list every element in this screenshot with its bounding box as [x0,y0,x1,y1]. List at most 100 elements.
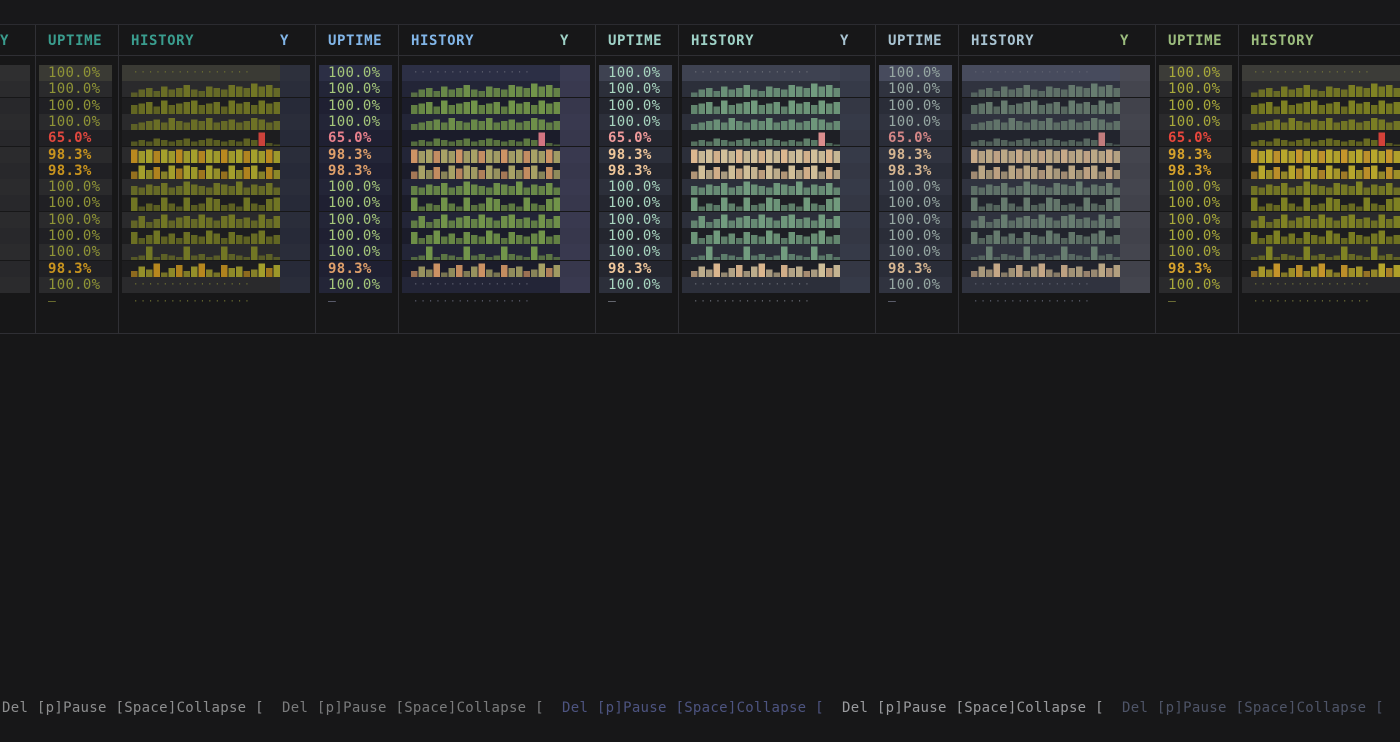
history-bar [833,150,840,163]
history-bar [728,141,735,147]
history-bar [183,181,190,196]
history-bar [833,120,840,130]
history-bar [508,140,515,147]
history-bar [713,106,720,114]
history-bar [691,232,698,244]
history-bar [1068,85,1075,98]
header-history[interactable]: HISTORY [691,33,754,49]
uptime-value: 98.3% [328,146,372,163]
history-bar [463,215,470,228]
history-bar [781,141,788,147]
uptime-value: 100.0% [48,179,101,196]
history-bar [1393,215,1400,228]
history-bar [191,235,198,244]
history-sparkline [131,197,280,212]
history-bar [273,264,280,277]
history-bar [161,183,168,196]
history-sparkline [131,83,280,98]
history-bar [796,235,803,244]
history-bar [1266,269,1273,277]
history-bar [986,101,993,114]
history-bar [1001,100,1008,114]
history-row-tail [840,97,870,114]
history-bar [1083,187,1090,196]
history-row-tail [1120,228,1150,244]
history-bar [1016,264,1023,277]
header-uptime[interactable]: UPTIME [328,33,382,49]
history-bar [706,120,713,130]
history-bar [1258,238,1265,244]
history-bar [1098,171,1105,179]
history-row-tail [560,244,590,261]
history-bar [993,91,1000,98]
history-bar [1091,83,1098,98]
history-bar [1076,169,1083,179]
history-bar [698,89,705,98]
history-bar [131,220,138,228]
history-bar [463,138,470,147]
history-bar [1371,140,1378,147]
history-bar [273,150,280,163]
uptime-value: 98.3% [48,162,92,179]
history-bar [486,217,493,228]
history-bar [1266,203,1273,212]
history-row-tail [560,179,590,196]
header-history[interactable]: HISTORY [131,33,194,49]
history-row-tail [560,130,590,147]
history-bar [553,235,560,244]
header-history[interactable]: HISTORY [411,33,474,49]
history-bar [501,238,508,244]
history-sparkline [411,165,560,179]
history-bar [781,246,788,261]
history-bar [448,104,455,114]
history-row-tail [560,228,590,244]
history-bar [508,150,515,163]
history-bar [546,85,553,98]
history-bar [1076,149,1083,163]
history-row-tail [280,244,310,261]
history-sparkline [691,132,840,147]
uptime-value: 98.3% [1168,260,1212,277]
history-bar [736,88,743,98]
history-bar [1318,236,1325,244]
header-uptime[interactable]: UPTIME [1168,33,1222,49]
history-bar [243,150,250,163]
history-bar [1266,88,1273,98]
history-bar [213,140,220,147]
history-bar [1393,101,1400,114]
history-bar [1031,218,1038,228]
history-row-tail [1120,244,1150,261]
history-bar [1363,138,1370,147]
history-bar [198,254,205,261]
history-bar [833,215,840,228]
history-bar [796,181,803,196]
history-sparkline [1251,149,1400,163]
column-divider [35,25,36,334]
history-bar [766,197,773,212]
history-bar [1273,230,1280,244]
history-bar [743,246,750,261]
header-uptime[interactable]: UPTIME [888,33,942,49]
history-bar [463,181,470,196]
history-bar [1061,215,1068,228]
uptime-value: 98.3% [888,162,932,179]
history-bar [131,186,138,196]
header-uptime[interactable]: UPTIME [608,33,662,49]
history-bar [243,270,250,277]
history-bar [758,236,765,244]
history-row-tail [1120,211,1150,228]
history-bar [736,149,743,163]
header-history[interactable]: HISTORY [1251,33,1314,49]
history-bar [1333,183,1340,196]
history-row-tail [560,162,590,179]
header-uptime[interactable]: UPTIME [48,33,102,49]
history-bar [1016,88,1023,98]
header-history[interactable]: HISTORY [971,33,1034,49]
history-sparkline [131,214,280,228]
history-bar [1046,269,1053,277]
history-bar [1113,215,1120,228]
history-bar [131,232,138,244]
history-bar [161,122,168,130]
history-bar [1258,165,1265,179]
history-bar [538,214,545,228]
